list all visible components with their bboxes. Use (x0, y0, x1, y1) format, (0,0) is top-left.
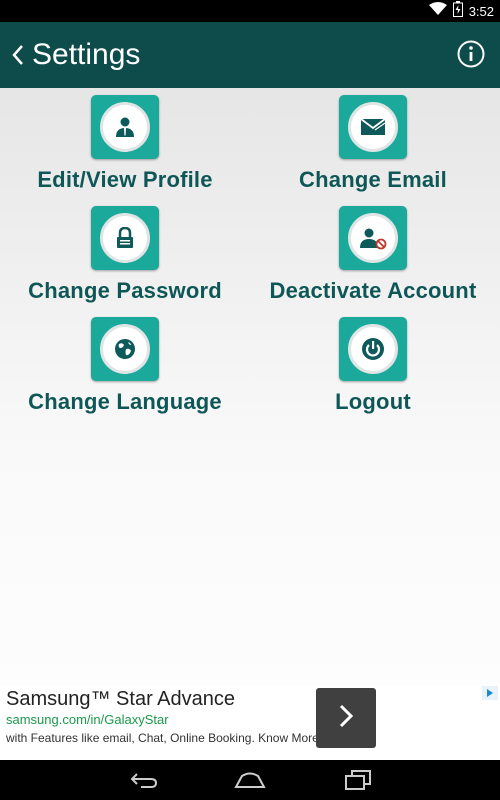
tile-icon-box (339, 317, 407, 381)
change-email-tile[interactable]: Change Email (248, 95, 498, 193)
info-icon[interactable] (456, 39, 486, 69)
ad-arrow-button[interactable] (316, 688, 376, 748)
home-nav-icon[interactable] (230, 768, 270, 792)
deactivate-account-tile[interactable]: Deactivate Account (248, 206, 498, 304)
profile-icon (100, 102, 150, 152)
chevron-right-icon (337, 703, 355, 734)
email-icon (348, 102, 398, 152)
status-bar: 3:52 (0, 0, 500, 22)
tile-icon-box (91, 95, 159, 159)
logout-tile[interactable]: Logout (248, 317, 498, 415)
status-icons: 3:52 (428, 0, 494, 22)
app-bar: Settings (0, 22, 500, 88)
ad-description: with Features like email, Chat, Online B… (6, 731, 323, 745)
tile-label: Change Password (28, 278, 222, 303)
tile-icon-box (339, 206, 407, 270)
status-time: 3:52 (468, 3, 494, 19)
ad-title[interactable]: Samsung™ Star Advance (6, 688, 235, 711)
ad-choices-icon[interactable] (482, 686, 498, 700)
tile-label: Change Email (299, 167, 447, 192)
tile-label: Edit/View Profile (37, 167, 213, 192)
chevron-left-icon[interactable] (6, 39, 30, 71)
change-language-tile[interactable]: Change Language (0, 317, 250, 415)
tile-icon-box (339, 95, 407, 159)
edit-profile-tile[interactable]: Edit/View Profile (0, 95, 250, 193)
deactivate-user-icon (348, 213, 398, 263)
back-nav-icon[interactable] (124, 768, 164, 792)
tile-icon-box (91, 317, 159, 381)
lock-icon (100, 213, 150, 263)
change-password-tile[interactable]: Change Password (0, 206, 250, 304)
tile-label: Change Language (28, 389, 222, 414)
recents-nav-icon[interactable] (338, 768, 378, 792)
tile-label: Deactivate Account (269, 278, 477, 303)
battery-icon (452, 0, 463, 22)
tile-icon-box (91, 206, 159, 270)
system-nav-bar (0, 760, 500, 800)
tile-label: Logout (335, 389, 411, 414)
page-title: Settings (32, 38, 141, 71)
ad-url[interactable]: samsung.com/in/GalaxyStar (6, 712, 169, 727)
ad-banner[interactable]: Samsung™ Star Advance samsung.com/in/Gal… (0, 686, 500, 760)
globe-icon (100, 324, 150, 374)
wifi-icon (428, 1, 447, 21)
power-icon (348, 324, 398, 374)
settings-grid: Edit/View Profile Change Email Change Pa… (0, 88, 500, 686)
